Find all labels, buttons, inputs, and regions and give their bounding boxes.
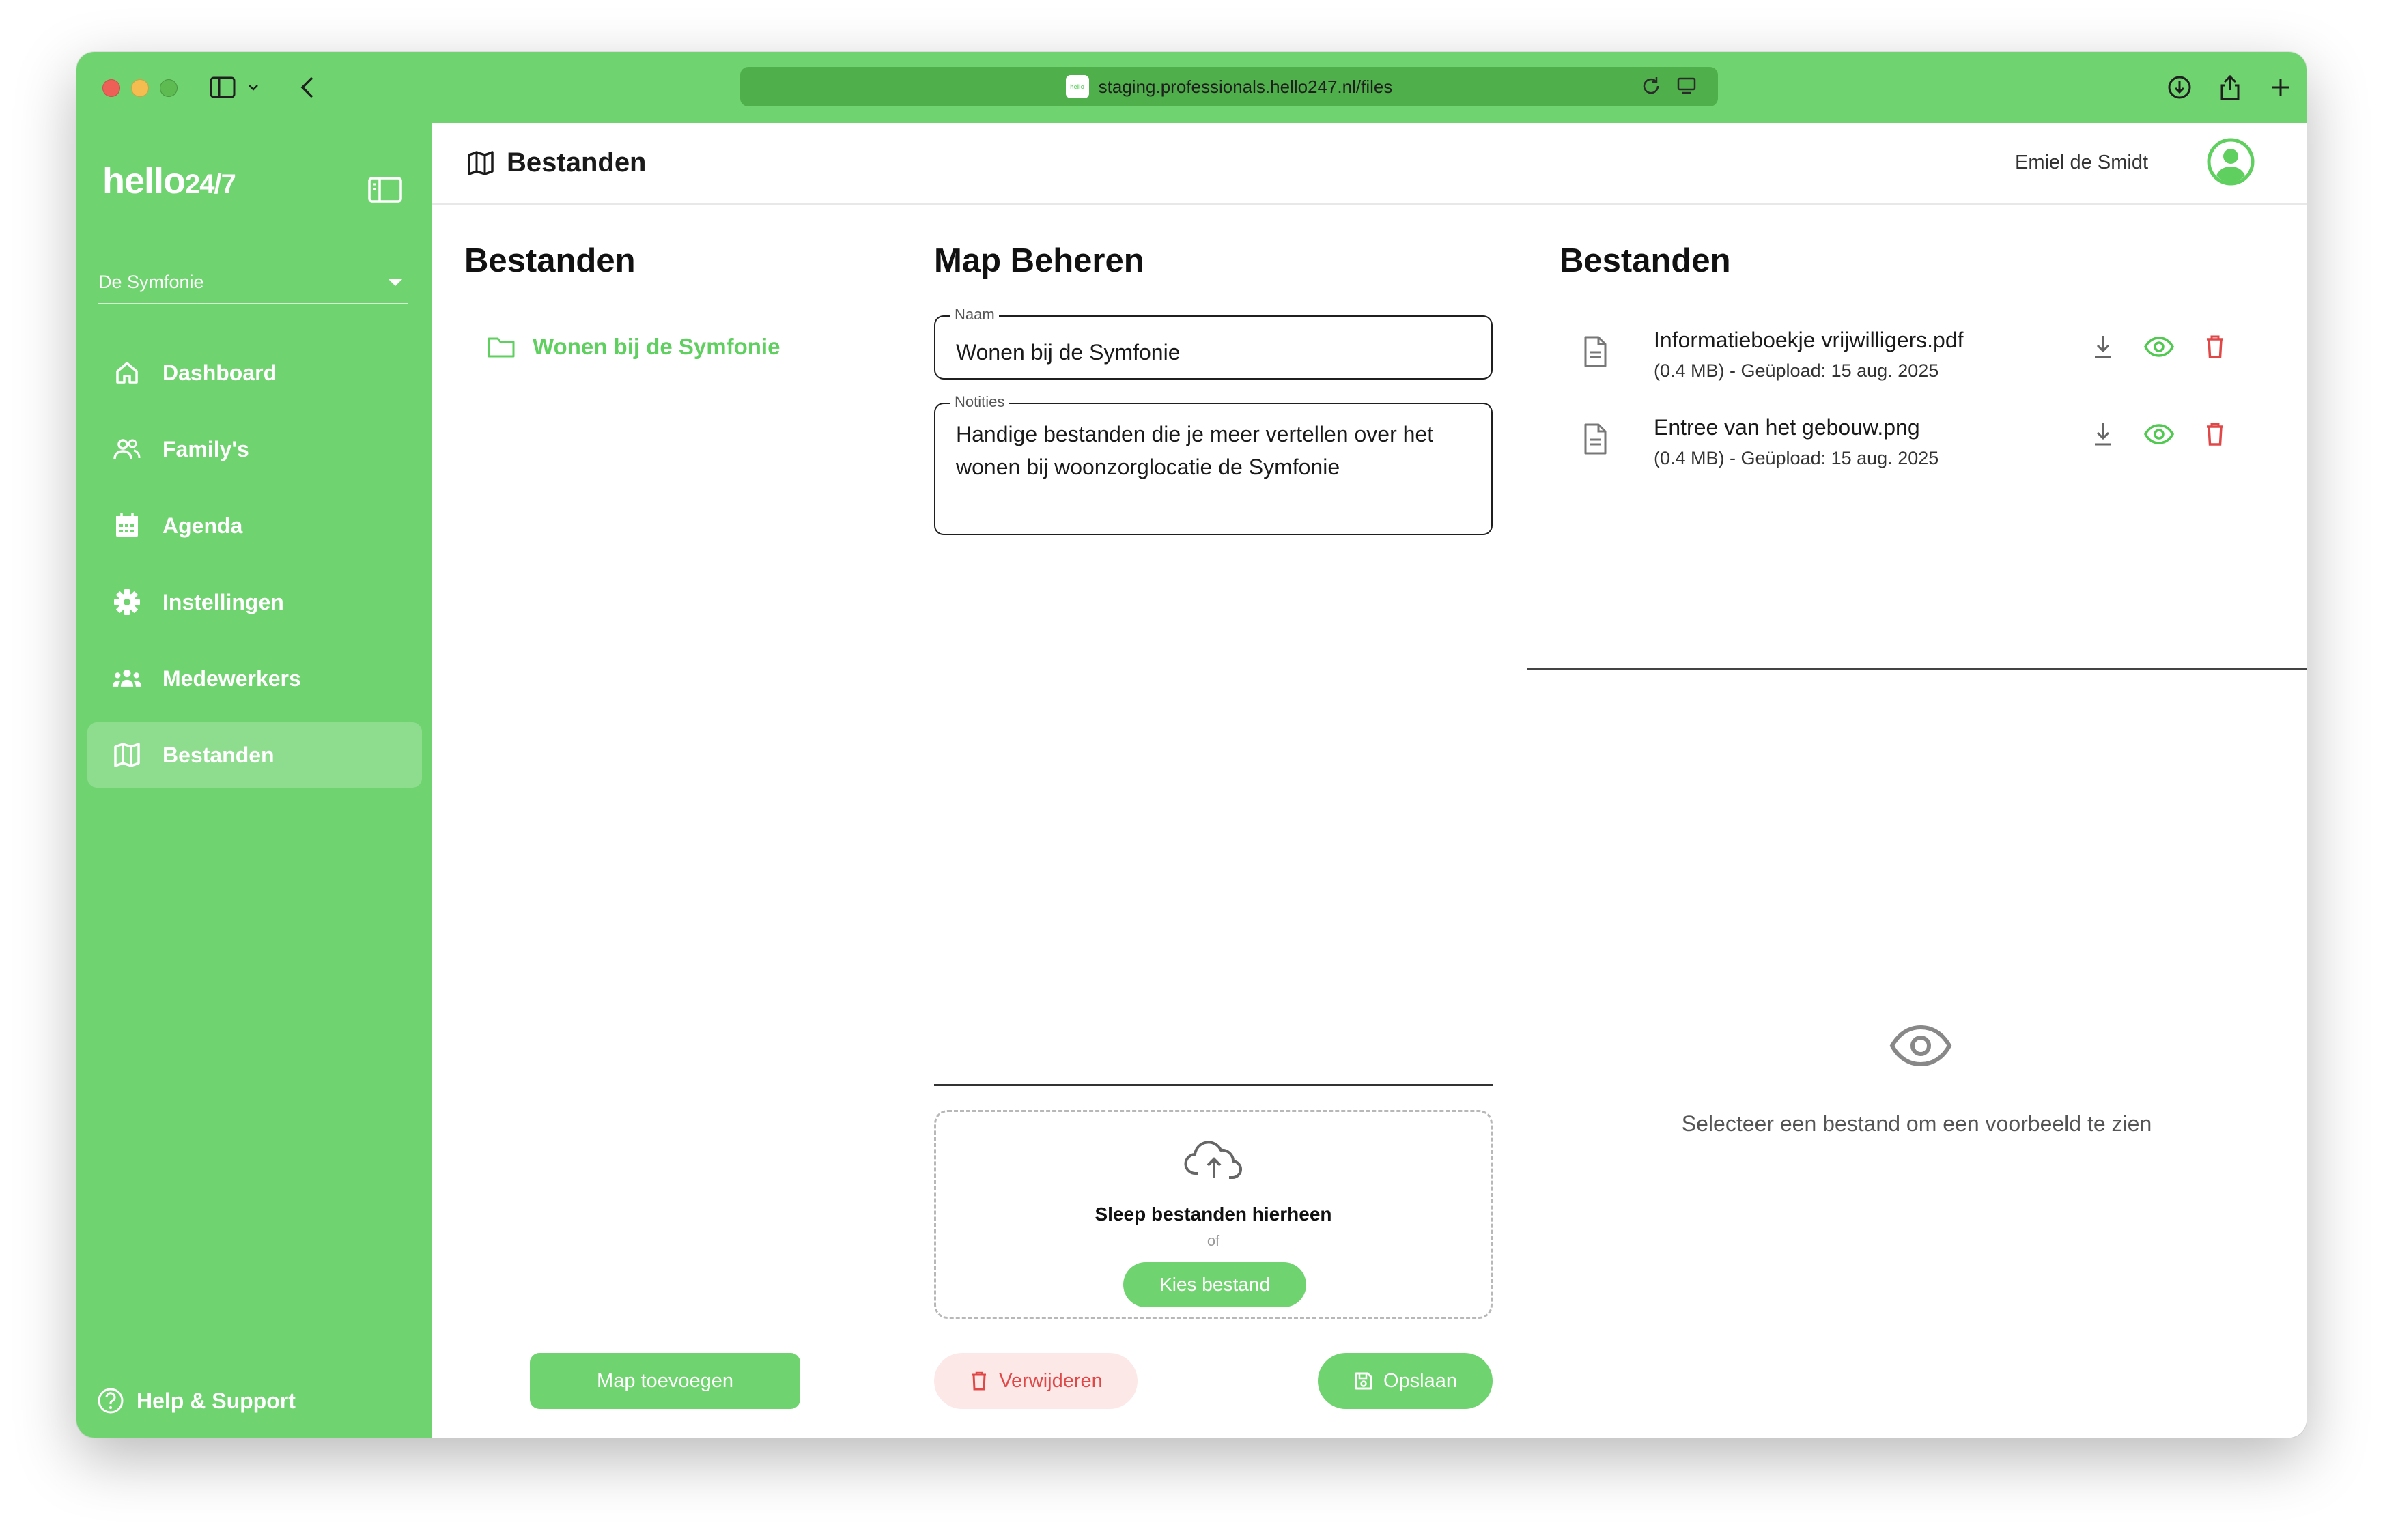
new-tab-icon[interactable]: [2266, 72, 2296, 102]
sidebar-item-instellingen[interactable]: Instellingen: [87, 569, 422, 635]
dropzone-title: Sleep bestanden hierheen: [1095, 1203, 1332, 1225]
page-title: Bestanden: [467, 147, 647, 178]
download-icon[interactable]: [2165, 72, 2195, 102]
file-dropzone[interactable]: Sleep bestanden hierheen of Kies bestand: [934, 1110, 1493, 1319]
favicon-icon: hello: [1065, 75, 1089, 98]
sidebar-toggle-icon[interactable]: [208, 72, 238, 102]
chevron-down-icon[interactable]: [243, 72, 264, 102]
help-label: Help & Support: [137, 1388, 296, 1413]
browser-window: hello staging.professionals.hello247.nl/…: [76, 52, 2307, 1438]
file-list: Informatieboekje vrijwilligers.pdf (0.4 …: [1581, 328, 2264, 502]
files-panel: Bestanden Informatieboekje vrijwilligers…: [1527, 205, 2307, 1438]
file-meta: (0.4 MB) - Geüpload: 15 aug. 2025: [1654, 360, 1939, 381]
folders-panel: Bestanden Wonen bij de Symfonie Map toev…: [432, 205, 903, 1438]
sidebar-item-label: Family's: [163, 436, 249, 461]
trash-icon[interactable]: [2199, 418, 2231, 451]
team-icon: [112, 664, 142, 694]
folder-label: Wonen bij de Symfonie: [533, 334, 780, 359]
organization-select[interactable]: De Symfonie: [98, 272, 408, 304]
divider: [1527, 668, 2307, 670]
sidebar-item-medewerkers[interactable]: Medewerkers: [87, 646, 422, 711]
dropzone-or: of: [1207, 1232, 1220, 1249]
reader-icon[interactable]: [1676, 75, 1697, 100]
document-icon: [1581, 334, 1611, 371]
sidebar-item-label: Dashboard: [163, 360, 277, 385]
download-icon[interactable]: [2087, 418, 2119, 451]
file-meta: (0.4 MB) - Geüpload: 15 aug. 2025: [1654, 448, 1939, 468]
sidebar-item-dashboard[interactable]: Dashboard: [87, 340, 422, 405]
folder-item[interactable]: Wonen bij de Symfonie: [486, 332, 780, 362]
divider: [934, 1084, 1493, 1086]
save-button[interactable]: Opslaan: [1318, 1353, 1493, 1409]
notes-field-label: Notities: [950, 393, 1009, 411]
sidebar-item-agenda[interactable]: Agenda: [87, 493, 422, 558]
minimize-window-button[interactable]: [131, 79, 149, 97]
name-field-label: Naam: [950, 306, 999, 324]
url-text: staging.professionals.hello247.nl/files: [1098, 76, 1393, 97]
users-icon: [112, 434, 142, 464]
zoom-window-button[interactable]: [160, 79, 178, 97]
logo: hello24/7: [102, 160, 236, 201]
download-icon[interactable]: [2087, 330, 2119, 363]
manage-panel-title: Map Beheren: [934, 242, 1144, 279]
sidebar-nav: Dashboard Family's Agenda Instellingen M…: [87, 340, 422, 799]
trash-icon[interactable]: [2199, 330, 2231, 363]
share-icon[interactable]: [2215, 72, 2245, 102]
sidebar-item-label: Instellingen: [163, 589, 284, 614]
cloud-upload-icon: [1183, 1135, 1245, 1183]
name-field-value: Wonen bij de Symfonie: [956, 340, 1181, 365]
sidebar-item-bestanden[interactable]: Bestanden: [87, 722, 422, 788]
preview-eye-icon[interactable]: [2143, 418, 2175, 451]
folder-icon: [486, 332, 516, 362]
files-panel-title: Bestanden: [1560, 242, 1731, 279]
add-folder-button[interactable]: Map toevoegen: [530, 1353, 800, 1409]
dropdown-caret-icon: [388, 279, 403, 286]
help-icon: [96, 1386, 126, 1416]
manage-folder-panel: Map Beheren Naam Wonen bij de Symfonie N…: [901, 205, 1528, 1438]
close-window-button[interactable]: [102, 79, 120, 97]
sidebar-item-familys[interactable]: Family's: [87, 416, 422, 482]
save-button-label: Opslaan: [1383, 1369, 1457, 1392]
preview-placeholder: Selecteer een bestand om een voorbeeld t…: [1681, 1111, 2152, 1136]
eye-icon: [1889, 1023, 1953, 1069]
sidebar-item-label: Medewerkers: [163, 666, 301, 691]
delete-folder-button[interactable]: Verwijderen: [934, 1353, 1138, 1409]
notes-field-value: Handige bestanden die je meer vertellen …: [956, 422, 1434, 479]
save-icon: [1353, 1371, 1374, 1391]
preview-eye-icon[interactable]: [2143, 330, 2175, 363]
page-header: Bestanden Emiel de Smidt: [432, 123, 2307, 205]
map-icon: [112, 740, 142, 770]
folders-panel-title: Bestanden: [464, 242, 636, 279]
name-field[interactable]: Naam Wonen bij de Symfonie: [934, 306, 1493, 380]
back-icon[interactable]: [292, 72, 322, 102]
help-support-link[interactable]: Help & Support: [96, 1386, 296, 1416]
map-icon: [467, 149, 494, 177]
choose-file-button[interactable]: Kies bestand: [1123, 1262, 1306, 1307]
trash-icon: [969, 1371, 989, 1391]
address-bar[interactable]: hello staging.professionals.hello247.nl/…: [740, 67, 1718, 106]
user-name[interactable]: Emiel de Smidt: [2015, 152, 2148, 174]
delete-button-label: Verwijderen: [999, 1369, 1103, 1392]
home-icon: [112, 358, 142, 388]
sidebar-item-label: Agenda: [163, 513, 243, 538]
sidebar-item-label: Bestanden: [163, 742, 274, 767]
page-title-text: Bestanden: [507, 147, 647, 177]
sidebar: hello24/7 De Symfonie Dashboard Family's: [76, 123, 432, 1438]
gear-icon: [112, 587, 142, 617]
avatar[interactable]: [2207, 138, 2255, 186]
notes-field[interactable]: Notities Handige bestanden die je meer v…: [934, 393, 1493, 535]
document-icon: [1581, 422, 1611, 459]
reload-icon[interactable]: [1640, 75, 1662, 100]
file-row[interactable]: Entree van het gebouw.png (0.4 MB) - Geü…: [1581, 415, 2264, 502]
file-name: Entree van het gebouw.png: [1654, 415, 1920, 440]
organization-value: De Symfonie: [98, 272, 204, 292]
browser-toolbar: hello staging.professionals.hello247.nl/…: [76, 52, 2307, 123]
calendar-icon: [112, 511, 142, 541]
file-row[interactable]: Informatieboekje vrijwilligers.pdf (0.4 …: [1581, 328, 2264, 415]
collapse-sidebar-icon[interactable]: [367, 175, 403, 205]
file-name: Informatieboekje vrijwilligers.pdf: [1654, 328, 1964, 352]
